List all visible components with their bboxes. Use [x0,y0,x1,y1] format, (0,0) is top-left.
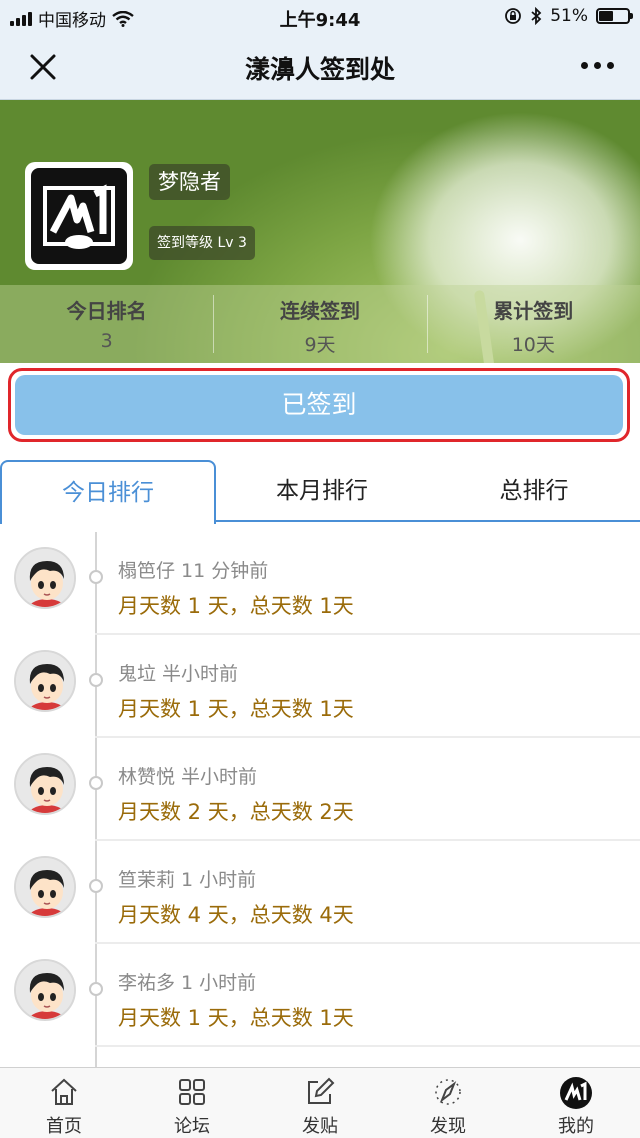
orientation-lock-icon [505,8,522,24]
tabbar-home[interactable]: 首页 [0,1068,128,1138]
list-item[interactable]: 笪茉莉 1 小时前月天数 4 天，总天数 4天 [0,841,640,944]
timeline-dot [89,776,103,790]
stat-today-rank: 今日排名 3 [66,299,147,352]
compass-icon [435,1079,461,1105]
bluetooth-icon [531,7,542,25]
stat-total: 累计签到 10天 [426,285,640,363]
timeline-dot [89,570,103,584]
list-item[interactable]: 李祐多 1 小时前月天数 1 天，总天数 1天 [0,944,640,1047]
tab-today[interactable]: 今日排行 [0,460,216,524]
ranking-list: 榻笆仔 11 分钟前 月天数 1 天，总天数 1天 鬼垃 半小时前 月天数 1 天，总… [0,532,640,1067]
user-avatar[interactable] [25,162,133,270]
tabbar-forum[interactable]: 论坛 [128,1068,256,1138]
stat-consecutive: 连续签到 9天 [213,285,426,363]
user-avatar-small[interactable] [14,547,76,609]
user-name-time: 笪茉莉 1 小时前 [118,869,257,891]
user-name-time: 榻笆仔 11 分钟前 [118,560,269,582]
profile-banner: 梦隐者 签到等级 Lv 3 今日排名 3 连续签到 9天 累计签到 10天 [0,100,640,363]
timeline-dot [89,673,103,687]
battery-icon [596,8,633,24]
tab-total[interactable]: 总排行 [428,460,640,520]
user-name-time: 鬼垃 半小时前 [118,663,239,685]
avatar-logo-icon [37,174,121,258]
timeline-dot [89,982,103,996]
level-badge: 签到等级 Lv 3 [149,226,255,260]
ranking-tabs: 今日排行 本月排行 总排行 [0,460,640,524]
user-avatar-small[interactable] [14,959,76,1021]
checkin-days: 月天数 1 天，总天数 1天 [118,594,354,618]
home-icon [51,1078,77,1105]
nav-bar: 漾濞人签到处 [0,34,640,100]
user-avatar-small[interactable] [14,856,76,918]
cartoon-avatar-icon [16,961,74,1019]
nickname-badge: 梦隐者 [149,164,230,200]
checkin-days: 月天数 4 天，总天数 4天 [118,903,354,927]
checkin-days: 月天数 1 天，总天数 1天 [118,1006,354,1030]
user-avatar-small[interactable] [14,753,76,815]
cartoon-avatar-icon [16,755,74,813]
edit-icon [308,1077,335,1104]
user-name-time: 李祐多 1 小时前 [118,972,257,994]
cartoon-avatar-icon [16,652,74,710]
profile-avatar-icon [560,1077,592,1109]
battery-percent: 51% [550,6,588,26]
tabbar-post[interactable]: 发贴 [256,1068,384,1138]
more-icon[interactable] [581,62,614,69]
list-item[interactable]: 榻笆仔 11 分钟前月天数 1 天，总天数 1天 [0,532,640,635]
cartoon-avatar-icon [16,858,74,916]
user-name-time: 林赞悦 半小时前 [118,766,258,788]
divider [95,1045,640,1047]
status-bar: 中国移动 上午9:44 51% [0,0,640,34]
user-avatar-small[interactable] [14,650,76,712]
page-title: 漾濞人签到处 [244,55,395,84]
bottom-tab-bar: 首页 论坛 发贴 发现 我的 [0,1067,640,1138]
grid-icon [179,1079,205,1105]
checkin-days: 月天数 2 天，总天数 2天 [118,800,354,824]
cartoon-avatar-icon [16,549,74,607]
checkin-days: 月天数 1 天，总天数 1天 [118,697,354,721]
tabbar-mine[interactable]: 我的 [512,1068,640,1138]
list-item[interactable]: 鬼垃 半小时前月天数 1 天，总天数 1天 [0,635,640,738]
stats-bar: 今日排名 3 连续签到 9天 累计签到 10天 [0,285,640,363]
timeline-dot [89,879,103,893]
checkin-button[interactable]: 已签到 [15,375,623,435]
list-item[interactable]: 林赞悦 半小时前月天数 2 天，总天数 2天 [0,738,640,841]
tabbar-discover[interactable]: 发现 [384,1068,512,1138]
checkin-highlight: 已签到 [8,368,630,442]
tab-month[interactable]: 本月排行 [216,460,428,520]
